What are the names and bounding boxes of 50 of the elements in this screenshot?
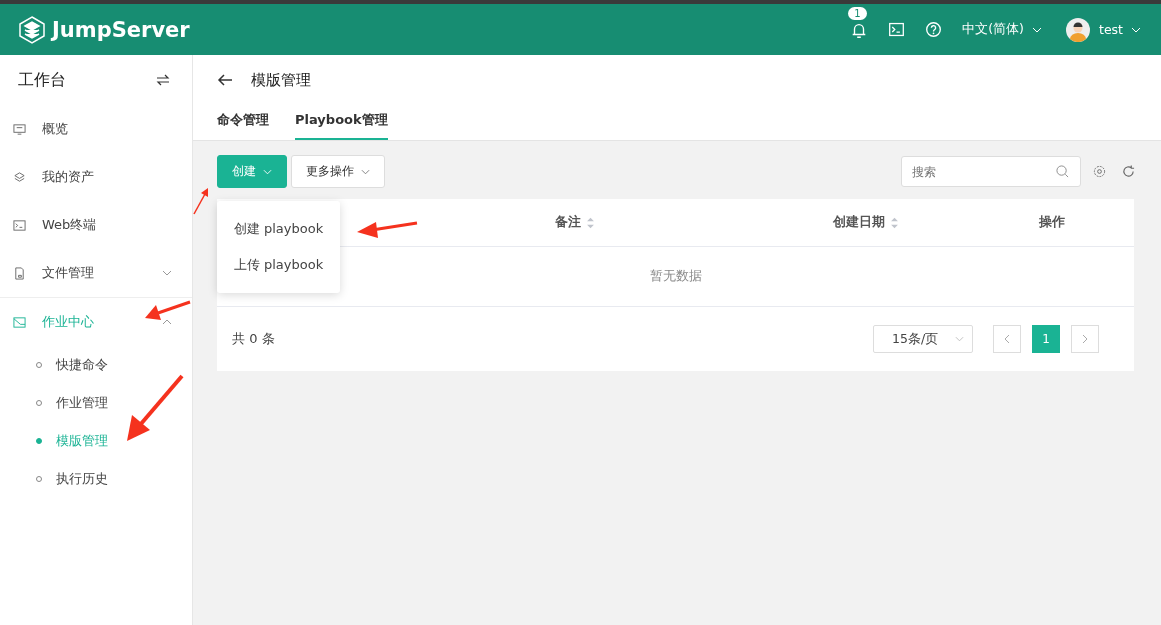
sidebar-subitem[interactable]: 快捷命令 (0, 346, 192, 384)
menu-item[interactable]: 上传 playbook (217, 247, 340, 283)
tab[interactable]: 命令管理 (217, 105, 269, 140)
monitor-icon (13, 122, 26, 136)
caret-icon (1032, 26, 1042, 33)
search-field[interactable]: 搜索 (901, 156, 1081, 187)
sidebar-item[interactable]: 文件管理 (0, 249, 192, 297)
sidebar-item[interactable]: 概览 (0, 105, 192, 153)
page-title: 模版管理 (251, 70, 311, 90)
avatar-icon[interactable] (1066, 17, 1090, 42)
terminal-icon (13, 218, 26, 232)
swap-icon[interactable] (156, 74, 170, 86)
chevron-left-icon (1004, 334, 1010, 344)
menu-item[interactable]: 创建 playbook (217, 211, 340, 247)
layers-icon (13, 170, 26, 184)
settings-icon[interactable] (1093, 165, 1106, 178)
help-icon[interactable] (925, 21, 943, 38)
empty-text: 暂无数据 (649, 268, 702, 285)
caret-icon (263, 168, 272, 175)
file-icon (13, 266, 26, 280)
total-count: 共 0 条 (232, 330, 275, 348)
back-arrow-icon[interactable] (217, 73, 233, 87)
search-icon[interactable] (1056, 165, 1069, 178)
sidebar-subitem[interactable]: 执行历史 (0, 460, 192, 498)
annotation-arrow (193, 188, 208, 215)
user-menu[interactable]: test (1099, 22, 1141, 37)
language-dropdown[interactable]: 中文(简体) (962, 21, 1042, 38)
chevron-right-icon (1082, 334, 1088, 344)
sidebar-title: 工作台 (18, 69, 66, 91)
logo-text: JumpServer (52, 17, 190, 42)
caret-icon (1131, 26, 1141, 33)
annotation-arrow (357, 221, 418, 238)
notification-badge: 1 (848, 6, 867, 20)
caret-icon (955, 336, 964, 342)
annotation-arrow (127, 374, 184, 441)
more-actions-button[interactable]: 更多操作 (291, 155, 385, 188)
refresh-icon[interactable] (1122, 165, 1135, 178)
annotation-arrow (145, 300, 191, 320)
stacked-layers-logo-icon (18, 15, 46, 44)
sidebar-subitem[interactable]: 作业管理 (0, 384, 192, 422)
column-header[interactable]: 备注 (555, 199, 833, 246)
column-header[interactable]: 创建日期 (833, 199, 1039, 246)
column-header[interactable]: 操作 (1039, 199, 1129, 246)
page-size-dropdown[interactable]: 15条/页 (873, 325, 973, 353)
image-frame-icon (13, 315, 26, 329)
sidebar-item[interactable]: 我的资产 (0, 153, 192, 201)
tab[interactable]: Playbook管理 (295, 105, 388, 140)
terminal-icon[interactable] (888, 21, 906, 38)
sidebar-item[interactable]: Web终端 (0, 201, 192, 249)
caret-icon (361, 168, 370, 175)
